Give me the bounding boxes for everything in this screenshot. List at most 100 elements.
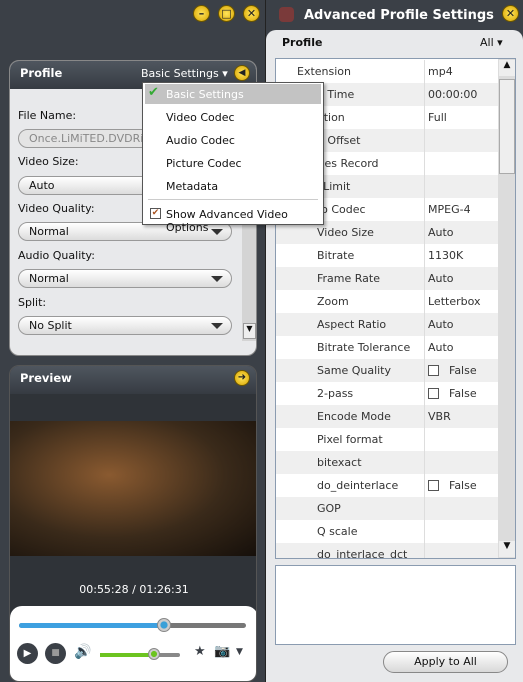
row-value[interactable]: mp4 [428,65,453,78]
row-value[interactable]: False [428,387,477,400]
seek-handle[interactable] [157,618,172,632]
film-reel-icon [279,7,294,22]
row-key: Aspect Ratio [317,318,387,331]
chevron-down-icon[interactable]: ▼ [236,647,243,657]
menu-item-label: Basic Settings [166,88,244,101]
table-scrollbar[interactable]: ▲ ▼ [498,59,515,558]
show-advanced-options-checkbox[interactable]: ✔ Show Advanced Video Options [145,204,321,234]
scroll-down-icon[interactable]: ▼ [243,323,256,339]
row-value-text: False [449,479,477,492]
menu-item-picture-codec[interactable]: Picture Codec [145,153,321,173]
row-value[interactable]: Full [428,111,447,124]
table-row[interactable]: 2-pass False [276,382,498,405]
row-key: Pixel format [317,433,383,446]
apply-to-all-button[interactable]: Apply to All [383,651,508,673]
column-divider [424,198,425,221]
close-button[interactable]: ✕ [243,5,260,22]
row-value-text: MPEG-4 [428,203,471,216]
close-button[interactable]: ✕ [502,5,519,22]
video-size-label: Video Size: [18,155,79,168]
row-key: 2-pass [317,387,354,400]
video-size-value: Auto [29,179,55,192]
stop-button[interactable]: ■ [45,643,66,664]
table-row[interactable]: Frame Rate Auto [276,267,498,290]
table-row[interactable]: do_deinterlace False [276,474,498,497]
minimize-button[interactable]: – [193,5,210,22]
table-row[interactable]: Bitrate 1130K [276,244,498,267]
table-row[interactable]: Pixel format [276,428,498,451]
checkbox[interactable] [428,388,439,399]
table-row[interactable]: GOP [276,497,498,520]
row-key: bitexact [317,456,362,469]
row-value[interactable]: 00:00:00 [428,88,477,101]
volume-slider[interactable] [100,648,180,660]
playback-controls: ▶ ■ 🔊 ★ 📷 ▼ [10,606,256,681]
row-value[interactable]: Auto [428,318,454,331]
row-value-text: Full [428,111,447,124]
row-value[interactable]: 1130K [428,249,463,262]
effects-icon[interactable]: ★ [194,644,206,659]
row-key: Zoom [317,295,349,308]
row-key: Video Size [317,226,374,239]
scroll-up-icon[interactable]: ▲ [499,60,515,76]
checkmark-icon: ✔ [148,85,159,100]
menu-item-audio-codec[interactable]: Audio Codec [145,130,321,150]
maximize-button[interactable]: □ [218,5,235,22]
column-divider [424,428,425,451]
table-row[interactable]: Same Quality False [276,359,498,382]
scroll-thumb[interactable] [499,79,515,174]
collapse-arrow-icon[interactable]: ◀ [234,65,250,81]
audio-quality-select[interactable]: Normal [18,269,232,288]
row-value[interactable]: False [428,479,477,492]
volume-icon[interactable]: 🔊 [74,644,91,660]
checkbox[interactable] [428,365,439,376]
row-value[interactable]: Auto [428,272,454,285]
window-title: Advanced Profile Settings [304,8,494,23]
table-row[interactable]: Extension mp4 [276,60,498,83]
volume-handle[interactable] [148,648,161,660]
chevron-down-icon [211,276,223,282]
column-divider [424,474,425,497]
seek-bar[interactable] [19,618,246,632]
table-row[interactable]: Bitrate Tolerance Auto [276,336,498,359]
table-row[interactable]: Q scale [276,520,498,543]
row-value[interactable]: Auto [428,341,454,354]
row-value[interactable]: Auto [428,226,454,239]
column-divider [424,83,425,106]
settings-dropdown[interactable]: Basic Settings ▾ [141,67,228,80]
filter-dropdown[interactable]: All ▾ [480,36,503,49]
column-divider [424,359,425,382]
column-divider [424,382,425,405]
table-row[interactable]: Encode Mode VBR [276,405,498,428]
table-row[interactable]: Aspect Ratio Auto [276,313,498,336]
profile-title: Profile [20,66,63,80]
filter-value: All [480,36,494,49]
row-key: Frame Rate [317,272,380,285]
table-row[interactable]: bitexact [276,451,498,474]
menu-item-video-codec[interactable]: Video Codec [145,107,321,127]
arrow-right-icon[interactable]: ➜ [234,370,250,386]
row-value[interactable]: False [428,364,477,377]
table-row[interactable]: Zoom Letterbox [276,290,498,313]
column-divider [424,60,425,83]
menu-item-label: Picture Codec [166,157,242,170]
table-row[interactable]: do_interlace_dct [276,543,498,558]
preview-panel: Preview ➜ 00:55:28 / 01:26:31 ▶ ■ 🔊 ★ 📷 … [9,365,257,682]
row-value-text: Auto [428,226,454,239]
split-select[interactable]: No Split [18,316,232,335]
column-divider [424,175,425,198]
checkbox[interactable] [428,480,439,491]
settings-menu: ✔ Basic Settings Video Codec Audio Codec … [142,82,324,234]
play-button[interactable]: ▶ [17,643,38,664]
row-value[interactable]: VBR [428,410,451,423]
column-divider [424,106,425,129]
row-value[interactable]: MPEG-4 [428,203,471,216]
snapshot-camera-icon[interactable]: 📷 [214,644,230,659]
row-value[interactable]: Letterbox [428,295,481,308]
column-divider [424,244,425,267]
profile-label: Profile [282,36,323,49]
scroll-down-icon[interactable]: ▼ [499,541,515,557]
settings-dropdown-label: Basic Settings [141,67,219,80]
menu-item-metadata[interactable]: Metadata [145,176,321,196]
menu-item-basic-settings[interactable]: ✔ Basic Settings [145,84,321,104]
